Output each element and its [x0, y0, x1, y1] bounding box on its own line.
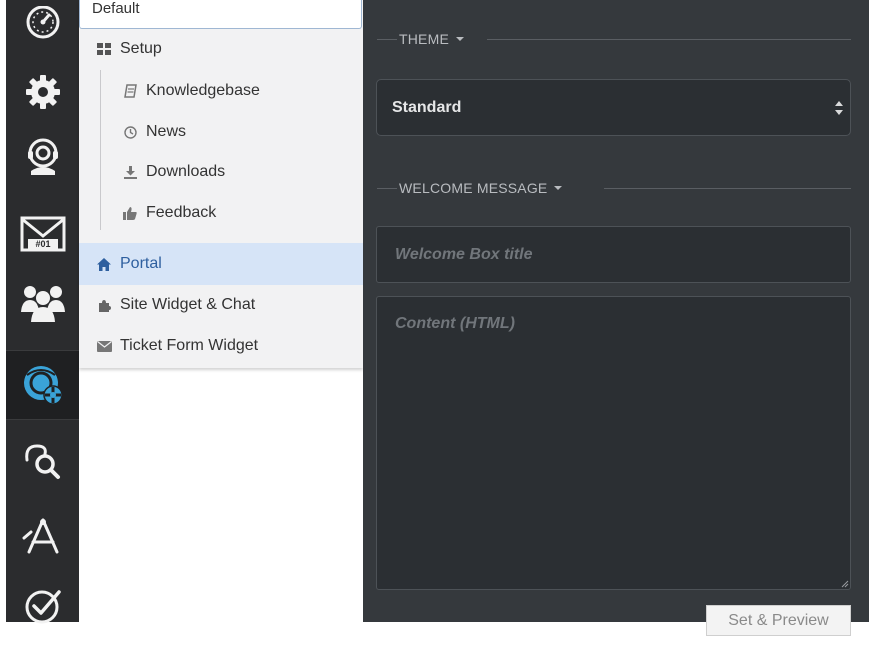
welcome-section-label[interactable]: WELCOME MESSAGE	[377, 180, 563, 196]
set-preview-button[interactable]: Set & Preview	[706, 605, 851, 636]
download-icon	[122, 164, 138, 180]
section-rule	[487, 39, 851, 40]
compass-tools-icon	[22, 518, 58, 554]
nav-item-label: Feedback	[146, 204, 217, 221]
settings-gear-icon	[25, 75, 60, 109]
nav-item-label: Ticket Form Widget	[120, 337, 259, 354]
rail-item-tools[interactable]	[6, 506, 79, 566]
nav-item-label: Knowledgebase	[146, 82, 260, 99]
tasks-check-icon	[25, 590, 61, 624]
grid-icon	[96, 41, 112, 57]
support-headset-icon	[27, 138, 58, 175]
envelope-icon	[96, 338, 112, 354]
puzzle-icon	[96, 297, 112, 313]
nav-item-label: News	[146, 123, 187, 140]
rail-item-tasks[interactable]	[6, 576, 79, 636]
rail-item-settings[interactable]	[6, 62, 79, 122]
nav-item-label: Portal	[120, 255, 162, 272]
nav-item-ticket-form-widget[interactable]: Ticket Form Widget	[79, 325, 363, 367]
nav-item-label: Site Widget & Chat	[120, 296, 256, 313]
channels-settings-icon	[23, 366, 63, 405]
section-rule	[604, 188, 851, 189]
clock-icon	[122, 124, 138, 140]
nav-item-setup[interactable]: Setup	[79, 28, 363, 70]
nav-item-downloads[interactable]: Downloads	[79, 151, 363, 193]
users-group-icon	[20, 286, 65, 322]
rail-item-dashboard[interactable]	[6, 0, 79, 52]
welcome-title-input[interactable]	[376, 226, 851, 283]
portal-subnav: Default Setup Knowledgebase News Downloa…	[79, 0, 363, 368]
book-icon	[122, 83, 138, 99]
nav-item-site-widget-chat[interactable]: Site Widget & Chat	[79, 284, 363, 326]
resize-grip-icon[interactable]	[841, 580, 849, 588]
rail-item-search[interactable]	[6, 430, 79, 490]
welcome-label-text: WELCOME MESSAGE	[399, 180, 548, 196]
search-conversations-icon	[24, 444, 60, 479]
theme-label-text: THEME	[399, 31, 449, 47]
welcome-content-textarea[interactable]	[376, 296, 851, 590]
rail-item-users[interactable]	[6, 272, 79, 332]
thumbs-up-icon	[122, 205, 138, 221]
theme-select[interactable]: Standard	[376, 79, 851, 136]
caret-down-icon	[456, 37, 464, 41]
theme-section-label[interactable]: THEME	[377, 31, 464, 47]
dashboard-gauge-icon	[26, 6, 59, 39]
default-selector-value: Default	[92, 0, 140, 17]
rail-item-tickets[interactable]: #01	[6, 204, 79, 264]
nav-item-news[interactable]: News	[79, 111, 363, 153]
section-rule	[377, 38, 397, 40]
home-icon	[96, 256, 112, 272]
nav-item-knowledgebase[interactable]: Knowledgebase	[79, 70, 363, 112]
svg-text:#01: #01	[35, 239, 50, 249]
rail-item-channels[interactable]	[6, 350, 79, 420]
ticket-mail-icon: #01	[20, 216, 65, 252]
default-selector[interactable]: Default	[79, 0, 362, 29]
icon-rail: #01	[6, 0, 79, 624]
theme-select-value: Standard	[392, 98, 462, 116]
rail-item-support[interactable]	[6, 128, 79, 188]
caret-down-icon	[554, 186, 563, 190]
select-arrows-icon	[835, 101, 843, 115]
section-rule	[377, 187, 397, 189]
nav-item-label: Setup	[120, 40, 162, 57]
portal-settings-panel: THEME Standard WELCOME MESSAGE Set & Pre…	[363, 0, 869, 636]
nav-item-feedback[interactable]: Feedback	[79, 192, 363, 234]
nav-item-label: Downloads	[146, 163, 226, 180]
nav-item-portal[interactable]: Portal	[79, 243, 363, 285]
